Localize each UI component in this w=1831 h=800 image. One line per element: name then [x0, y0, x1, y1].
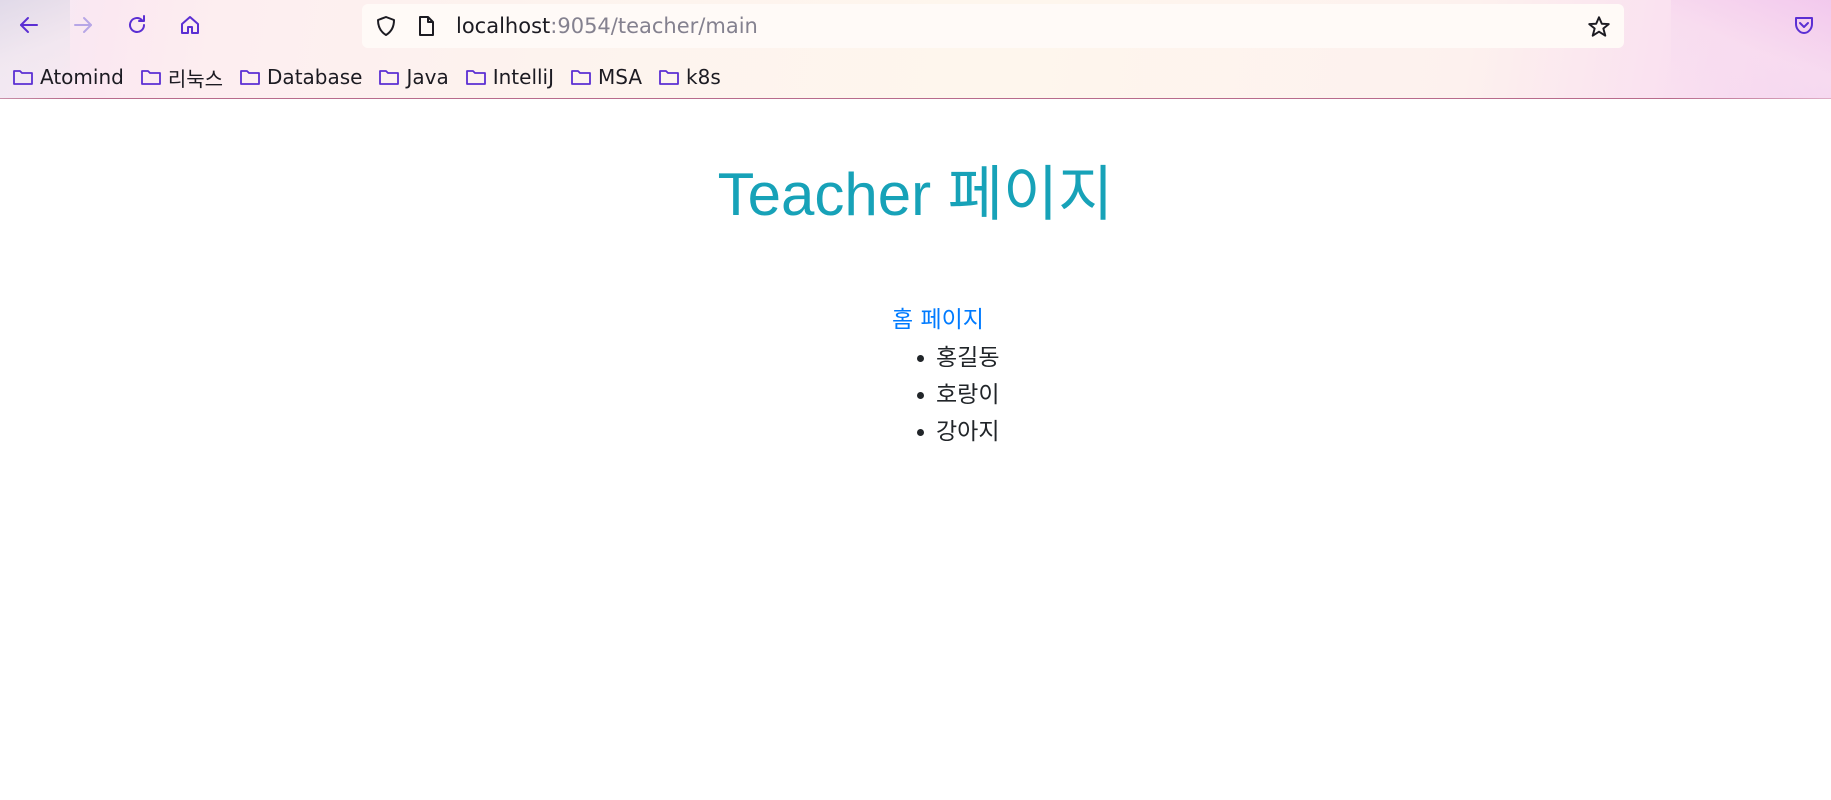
arrow-left-icon — [20, 17, 38, 33]
bookmarks-toolbar: Atomind 리눅스 Database Java IntelliJ MSA k… — [8, 60, 733, 94]
arrow-right-icon — [74, 17, 92, 33]
bookmark-folder-msa[interactable]: MSA — [566, 60, 648, 94]
bookmark-folder-intellij[interactable]: IntelliJ — [461, 60, 560, 94]
shield-icon[interactable] — [374, 14, 398, 38]
bookmark-label: Database — [267, 65, 363, 89]
home-button[interactable] — [173, 8, 207, 42]
reload-icon — [129, 15, 145, 33]
reload-button[interactable] — [120, 8, 154, 42]
folder-icon — [571, 70, 591, 85]
url-bar[interactable]: localhost:9054/teacher/main — [362, 4, 1624, 48]
back-button[interactable] — [12, 8, 46, 42]
folder-icon — [465, 70, 486, 85]
folder-icon — [379, 70, 400, 85]
list-item: 강아지 — [896, 414, 999, 451]
url-text[interactable]: localhost:9054/teacher/main — [456, 4, 758, 48]
folder-icon — [240, 70, 260, 85]
bookmark-label: k8s — [686, 65, 721, 89]
bookmark-label: MSA — [598, 65, 643, 89]
home-icon — [181, 16, 199, 34]
browser-chrome: localhost:9054/teacher/main Atomind 리눅스 … — [0, 0, 1831, 99]
bookmark-folder-linux[interactable]: 리눅스 — [136, 60, 229, 94]
home-page-link[interactable]: 홈 페이지 — [892, 305, 984, 335]
bookmark-folder-atomind[interactable]: Atomind — [8, 60, 130, 94]
bookmark-label: IntelliJ — [492, 65, 555, 89]
bookmark-folder-java[interactable]: Java — [374, 60, 454, 94]
pocket-icon — [1795, 17, 1813, 34]
bullet-icon — [917, 392, 924, 399]
folder-icon — [659, 70, 679, 85]
folder-icon — [140, 70, 161, 85]
bookmark-folder-database[interactable]: Database — [235, 60, 368, 94]
teacher-name: 호랑이 — [936, 382, 1000, 408]
bullet-icon — [917, 429, 924, 436]
teacher-name: 홍길동 — [936, 345, 1000, 371]
bookmark-folder-k8s[interactable]: k8s — [654, 60, 727, 94]
bullet-icon — [917, 355, 924, 362]
teacher-list: 홍길동 호랑이 강아지 — [896, 340, 999, 451]
bookmark-label: Atomind — [40, 65, 124, 89]
bookmark-label: 리눅스 — [167, 66, 224, 91]
page-info-icon[interactable] — [414, 14, 438, 38]
bookmark-star-icon[interactable] — [1586, 14, 1612, 40]
forward-button[interactable] — [66, 8, 100, 42]
list-item: 홍길동 — [896, 340, 999, 377]
bookmark-label: Java — [406, 65, 449, 89]
url-path: :9054/teacher/main — [550, 14, 758, 38]
url-host: localhost — [456, 14, 551, 38]
page-content: Teacher 페이지 홈 페이지 홍길동 호랑이 강아지 — [0, 100, 1831, 800]
teacher-name: 강아지 — [936, 419, 1000, 445]
page-title: Teacher 페이지 — [717, 161, 1114, 228]
list-item: 호랑이 — [896, 377, 999, 414]
pocket-button[interactable] — [1789, 10, 1819, 40]
folder-icon — [13, 70, 33, 85]
